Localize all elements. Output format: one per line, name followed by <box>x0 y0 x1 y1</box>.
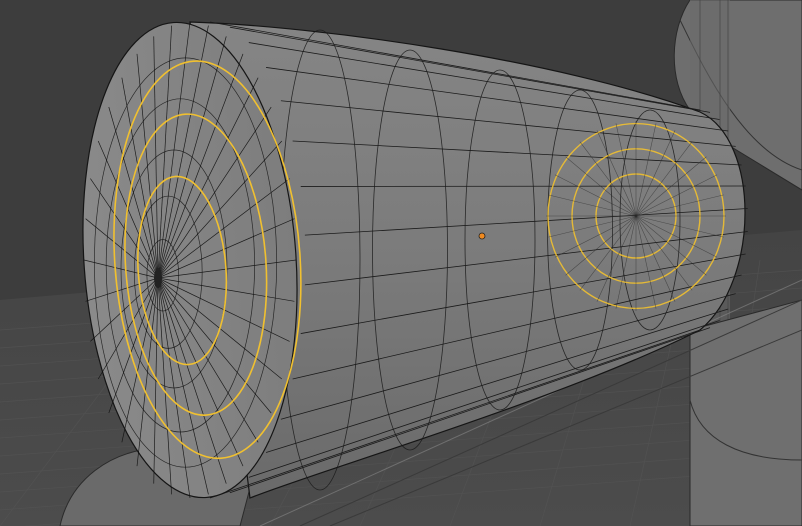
3d-viewport[interactable] <box>0 0 802 526</box>
cap-hub <box>154 268 162 288</box>
object-origin-dot[interactable] <box>478 232 486 240</box>
